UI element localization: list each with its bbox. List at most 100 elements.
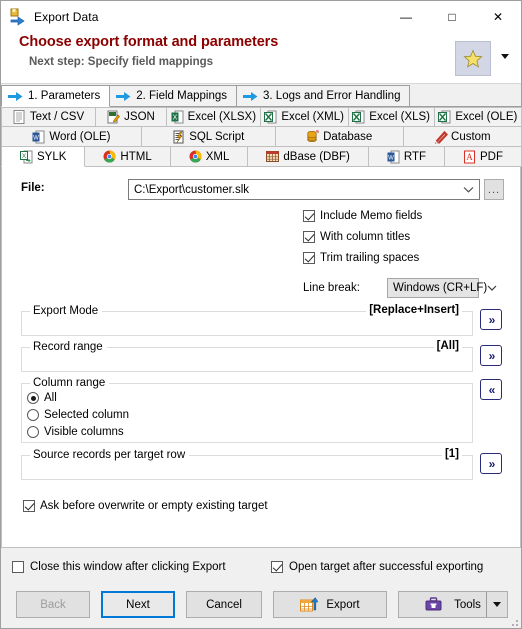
page-title: Choose export format and parameters (19, 34, 279, 50)
file-path-combobox[interactable]: C:\Export\customer.slk (128, 179, 480, 200)
back-button[interactable]: Back (16, 591, 90, 618)
tools-button[interactable]: Tools (398, 591, 508, 618)
format-tab-xml[interactable]: XML (169, 147, 249, 167)
radio-label: All (44, 392, 57, 404)
next-button[interactable]: Next (101, 591, 175, 618)
format-tab-json[interactable]: JSON (95, 107, 167, 127)
tab-logs-error-handling[interactable]: 3. Logs and Error Handling (236, 85, 411, 106)
format-tab-label: RTF (403, 150, 427, 163)
blue-arrow-icon (8, 91, 23, 102)
excel-xml-icon (264, 110, 277, 124)
record-range-label: Record range (30, 341, 107, 353)
title-bar: Export Data — □ ✕ (1, 1, 521, 32)
format-tab-text-csv[interactable]: Text / CSV (1, 107, 96, 127)
header-banner: Choose export format and parameters Next… (1, 32, 521, 84)
format-tab-pdf[interactable]: A PDF (444, 147, 522, 167)
format-tabs-row-3: X SYLK HTML XML dBase (DBF) W RTF A PDF (1, 147, 522, 167)
column-range-prev-button[interactable]: « (480, 379, 502, 400)
column-range-option-all[interactable]: All (27, 392, 57, 404)
open-target-after-export-checkbox[interactable]: Open target after successful exporting (271, 561, 483, 573)
format-tab-dbase[interactable]: dBase (DBF) (247, 147, 369, 167)
format-tab-sylk[interactable]: X SYLK (1, 147, 86, 167)
column-range-option-selected-column[interactable]: Selected column (27, 409, 129, 421)
tab-field-mappings[interactable]: 2. Field Mappings (109, 85, 238, 106)
format-tab-excel-xlsx[interactable]: X Excel (XLSX) (166, 107, 261, 127)
checkbox-box[interactable] (303, 231, 315, 243)
pencil-icon (434, 130, 449, 144)
trim-trailing-spaces-checkbox[interactable]: Trim trailing spaces (303, 252, 419, 264)
radio-button[interactable] (27, 392, 39, 404)
radio-label: Selected column (44, 409, 130, 421)
format-tab-word-ole[interactable]: W Word (OLE) (1, 127, 142, 147)
tools-dropdown-arrow[interactable] (486, 592, 507, 617)
file-label: File: (21, 182, 45, 194)
format-tab-label: Custom (451, 130, 491, 143)
record-range-group: Record range [All] (21, 340, 473, 372)
format-tab-excel-xls[interactable]: Excel (XLS) (347, 107, 435, 127)
line-break-label: Line break: (303, 282, 360, 294)
column-range-option-visible-columns[interactable]: Visible columns (27, 426, 124, 438)
record-range-next-button[interactable]: » (480, 345, 502, 366)
line-break-combobox[interactable]: Windows (CR+LF) (387, 278, 497, 298)
browse-file-button[interactable]: ... (484, 179, 504, 200)
checkbox-box[interactable] (12, 561, 24, 573)
chevron-down-icon[interactable] (487, 285, 497, 291)
include-memo-fields-checkbox[interactable]: Include Memo fields (303, 210, 422, 222)
tab-parameters[interactable]: 1. Parameters (1, 85, 111, 107)
close-button[interactable]: ✕ (475, 1, 521, 32)
minimize-button[interactable]: — (383, 1, 429, 32)
star-icon (463, 49, 483, 68)
checkbox-label: Include Memo fields (320, 210, 423, 222)
svg-text:W: W (34, 135, 40, 141)
format-tab-database[interactable]: Database (274, 127, 404, 147)
tab-field-mappings-label: 2. Field Mappings (136, 90, 228, 102)
format-tab-label: SQL Script (189, 130, 245, 143)
format-tab-sql-script[interactable]: SQL Script (140, 127, 276, 147)
column-range-label: Column range (30, 377, 110, 389)
format-tab-label: Word (OLE) (49, 130, 111, 143)
caption-buttons: — □ ✕ (383, 1, 521, 32)
svg-text:A: A (466, 152, 473, 162)
format-tabs-row-1: Text / CSV JSON X Excel (XLSX) Excel (XM… (1, 107, 522, 127)
ask-before-overwrite-checkbox[interactable]: Ask before overwrite or empty existing t… (23, 500, 268, 512)
format-tab-label: SYLK (37, 150, 67, 163)
resize-grip[interactable] (508, 616, 518, 626)
format-tab-excel-xml[interactable]: Excel (XML) (259, 107, 349, 127)
format-tab-html[interactable]: HTML (84, 147, 171, 167)
export-mode-next-button[interactable]: » (480, 309, 502, 330)
page-subtitle: Next step: Specify field mappings (29, 56, 214, 68)
checkbox-box[interactable] (303, 210, 315, 222)
svg-text:X: X (22, 153, 27, 160)
format-tab-label: Text / CSV (29, 111, 85, 123)
export-button[interactable]: Export (273, 591, 387, 618)
cancel-button[interactable]: Cancel (186, 591, 262, 618)
favorites-dropdown-caret[interactable] (501, 54, 509, 59)
with-column-titles-checkbox[interactable]: With column titles (303, 231, 410, 243)
next-button-label: Next (126, 598, 150, 611)
close-window-after-export-checkbox[interactable]: Close this window after clicking Export (12, 561, 226, 573)
json-edit-icon (107, 110, 121, 124)
export-data-icon (9, 8, 27, 26)
checkbox-box[interactable] (23, 500, 35, 512)
radio-button[interactable] (27, 426, 39, 438)
format-tab-excel-ole[interactable]: Excel (OLE) (433, 107, 522, 127)
format-tab-rtf[interactable]: W RTF (367, 147, 446, 167)
blue-arrow-icon (243, 91, 258, 102)
database-icon (306, 130, 319, 144)
radio-button[interactable] (27, 409, 39, 421)
tab-logs-error-handling-label: 3. Logs and Error Handling (263, 90, 401, 102)
format-tab-label: Excel (OLE) (455, 111, 518, 123)
checkbox-box[interactable] (303, 252, 315, 264)
format-tab-custom[interactable]: Custom (402, 127, 522, 147)
maximize-button[interactable]: □ (429, 1, 475, 32)
checkbox-label: Trim trailing spaces (320, 252, 420, 264)
tab-parameters-label: 1. Parameters (28, 90, 101, 102)
favorites-button[interactable] (455, 41, 491, 76)
checkbox-box[interactable] (271, 561, 283, 573)
blue-arrow-icon (116, 91, 131, 102)
source-records-next-button[interactable]: » (480, 453, 502, 474)
radio-label: Visible columns (44, 426, 124, 438)
file-path-value: C:\Export\customer.slk (134, 183, 250, 196)
chevron-down-icon[interactable] (457, 186, 479, 193)
step-tabs: 1. Parameters 2. Field Mappings 3. Logs … (1, 84, 521, 107)
